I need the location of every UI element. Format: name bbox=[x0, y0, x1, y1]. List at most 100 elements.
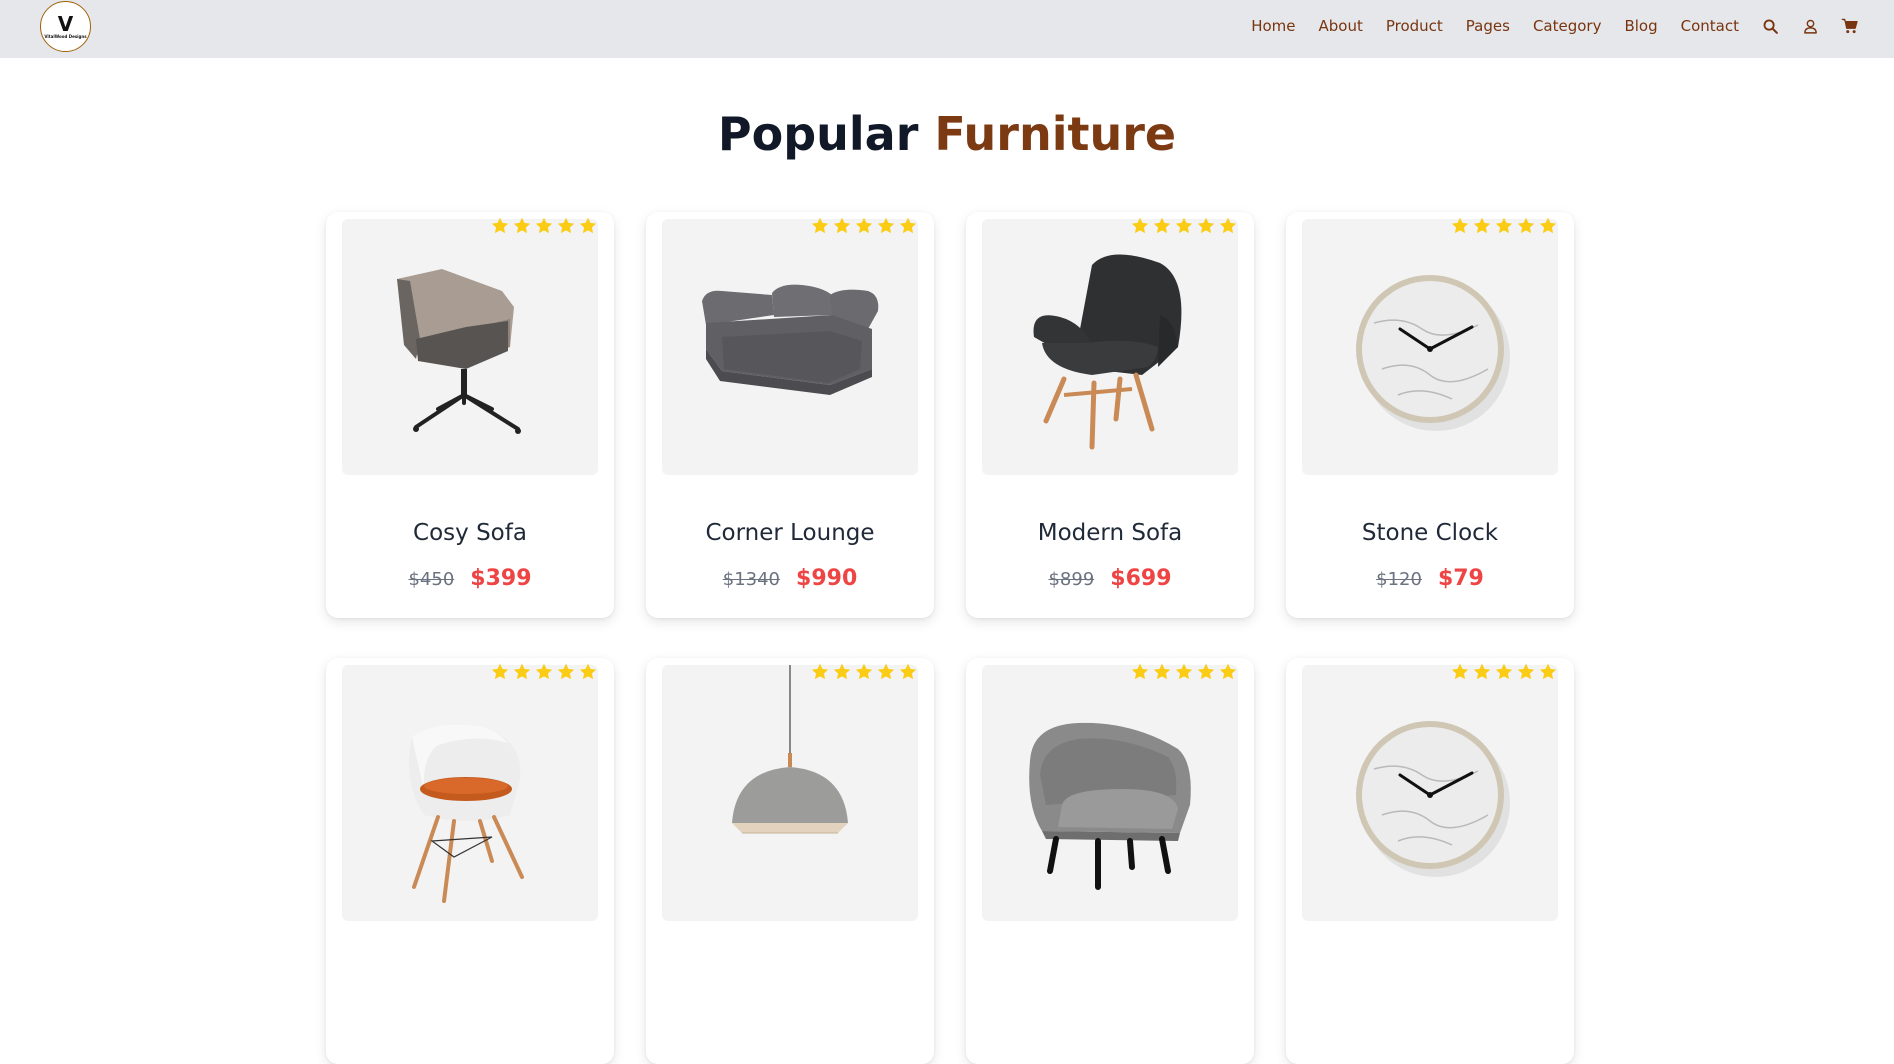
nav-link-contact[interactable]: Contact bbox=[1681, 17, 1739, 35]
star-icon bbox=[1197, 217, 1215, 234]
old-price: $450 bbox=[408, 569, 455, 590]
price-row: $120 $79 bbox=[1286, 566, 1574, 591]
star-icon bbox=[1153, 663, 1171, 680]
corner-sofa-image bbox=[702, 284, 879, 395]
logo-text: VitalWood Designs bbox=[44, 33, 87, 39]
star-icon bbox=[535, 663, 553, 680]
star-icon bbox=[811, 663, 829, 680]
swivel-armchair-image bbox=[397, 269, 521, 434]
star-icon bbox=[1131, 217, 1149, 234]
star-icon bbox=[557, 663, 575, 680]
rating-stars bbox=[1130, 216, 1238, 236]
product-card[interactable]: Cosy Sofa $450 $399 bbox=[326, 212, 614, 618]
user-icon[interactable] bbox=[1801, 17, 1819, 35]
product-name[interactable]: Stone Clock bbox=[1286, 518, 1574, 548]
star-icon bbox=[899, 663, 917, 680]
top-navbar: V VitalWood Designs Home About Product P… bbox=[0, 0, 1894, 58]
nav-link-pages[interactable]: Pages bbox=[1466, 17, 1510, 35]
product-image[interactable] bbox=[662, 665, 918, 921]
product-card[interactable] bbox=[646, 658, 934, 1064]
star-icon bbox=[833, 217, 851, 234]
product-image[interactable] bbox=[1302, 665, 1558, 921]
grey-armchair-image bbox=[1029, 722, 1191, 890]
product-image[interactable] bbox=[982, 665, 1238, 921]
price-row: $1340 $990 bbox=[646, 566, 934, 591]
star-icon bbox=[1451, 663, 1469, 680]
eames-chair-image bbox=[408, 724, 524, 903]
product-name[interactable]: Corner Lounge bbox=[646, 518, 934, 548]
star-icon bbox=[899, 217, 917, 234]
star-icon bbox=[1197, 663, 1215, 680]
product-card[interactable] bbox=[1286, 658, 1574, 1064]
search-icon[interactable] bbox=[1761, 17, 1779, 35]
product-card[interactable]: Stone Clock $120 $79 bbox=[1286, 212, 1574, 618]
star-icon bbox=[1175, 217, 1193, 234]
old-price: $120 bbox=[1376, 569, 1422, 590]
rating-stars bbox=[1130, 662, 1238, 682]
sale-price: $990 bbox=[796, 566, 858, 591]
star-icon bbox=[557, 217, 575, 234]
main-nav: Home About Product Pages Category Blog C… bbox=[1251, 0, 1859, 52]
star-icon bbox=[1473, 663, 1491, 680]
star-icon bbox=[855, 663, 873, 680]
sale-price: $79 bbox=[1437, 566, 1484, 591]
price-row: $450 $399 bbox=[326, 566, 614, 591]
star-icon bbox=[877, 217, 895, 234]
section-title: Popular Furniture bbox=[0, 106, 1894, 162]
nav-link-blog[interactable]: Blog bbox=[1624, 17, 1657, 35]
sale-price: $699 bbox=[1110, 566, 1172, 591]
old-price: $1340 bbox=[722, 569, 781, 590]
product-image[interactable] bbox=[342, 665, 598, 921]
star-icon bbox=[579, 217, 597, 234]
product-image[interactable] bbox=[982, 219, 1238, 475]
marble-clock-image bbox=[1356, 721, 1510, 877]
product-card[interactable] bbox=[326, 658, 614, 1064]
star-icon bbox=[1219, 217, 1237, 234]
cart-icon[interactable] bbox=[1841, 17, 1859, 35]
star-icon bbox=[1131, 663, 1149, 680]
nav-link-category[interactable]: Category bbox=[1533, 17, 1602, 35]
sale-price: $399 bbox=[470, 566, 532, 591]
star-icon bbox=[1473, 217, 1491, 234]
rating-stars bbox=[1450, 216, 1558, 236]
product-card[interactable] bbox=[966, 658, 1254, 1064]
star-icon bbox=[513, 663, 531, 680]
product-grid: Cosy Sofa $450 $399 Corner Lounge $1340 … bbox=[326, 212, 1574, 1064]
star-icon bbox=[1517, 217, 1535, 234]
star-icon bbox=[1219, 663, 1237, 680]
star-icon bbox=[491, 217, 509, 234]
product-name[interactable]: Modern Sofa bbox=[966, 518, 1254, 548]
star-icon bbox=[579, 663, 597, 680]
wingback-chair-image bbox=[1033, 254, 1182, 450]
nav-link-product[interactable]: Product bbox=[1386, 17, 1443, 35]
rating-stars bbox=[810, 216, 918, 236]
star-icon bbox=[1153, 217, 1171, 234]
rating-stars bbox=[490, 216, 598, 236]
star-icon bbox=[1517, 663, 1535, 680]
title-part-2: Furniture bbox=[934, 107, 1177, 161]
star-icon bbox=[855, 217, 873, 234]
marble-clock-image bbox=[1356, 275, 1510, 431]
star-icon bbox=[535, 217, 553, 234]
old-price: $899 bbox=[1048, 569, 1095, 590]
star-icon bbox=[1495, 663, 1513, 680]
product-image[interactable] bbox=[1302, 219, 1558, 475]
product-image[interactable] bbox=[342, 219, 598, 475]
star-icon bbox=[513, 217, 531, 234]
star-icon bbox=[1539, 217, 1557, 234]
rating-stars bbox=[1450, 662, 1558, 682]
brand-logo[interactable]: V VitalWood Designs bbox=[40, 1, 91, 52]
nav-link-about[interactable]: About bbox=[1318, 17, 1362, 35]
star-icon bbox=[1175, 663, 1193, 680]
product-image[interactable] bbox=[662, 219, 918, 475]
rating-stars bbox=[490, 662, 598, 682]
product-name[interactable]: Cosy Sofa bbox=[326, 518, 614, 548]
title-part-1: Popular bbox=[717, 107, 919, 161]
star-icon bbox=[833, 663, 851, 680]
star-icon bbox=[491, 663, 509, 680]
rating-stars bbox=[810, 662, 918, 682]
product-card[interactable]: Corner Lounge $1340 $990 bbox=[646, 212, 934, 618]
product-card[interactable]: Modern Sofa $899 $699 bbox=[966, 212, 1254, 618]
nav-link-home[interactable]: Home bbox=[1251, 17, 1295, 35]
logo-mark: V bbox=[57, 11, 74, 36]
